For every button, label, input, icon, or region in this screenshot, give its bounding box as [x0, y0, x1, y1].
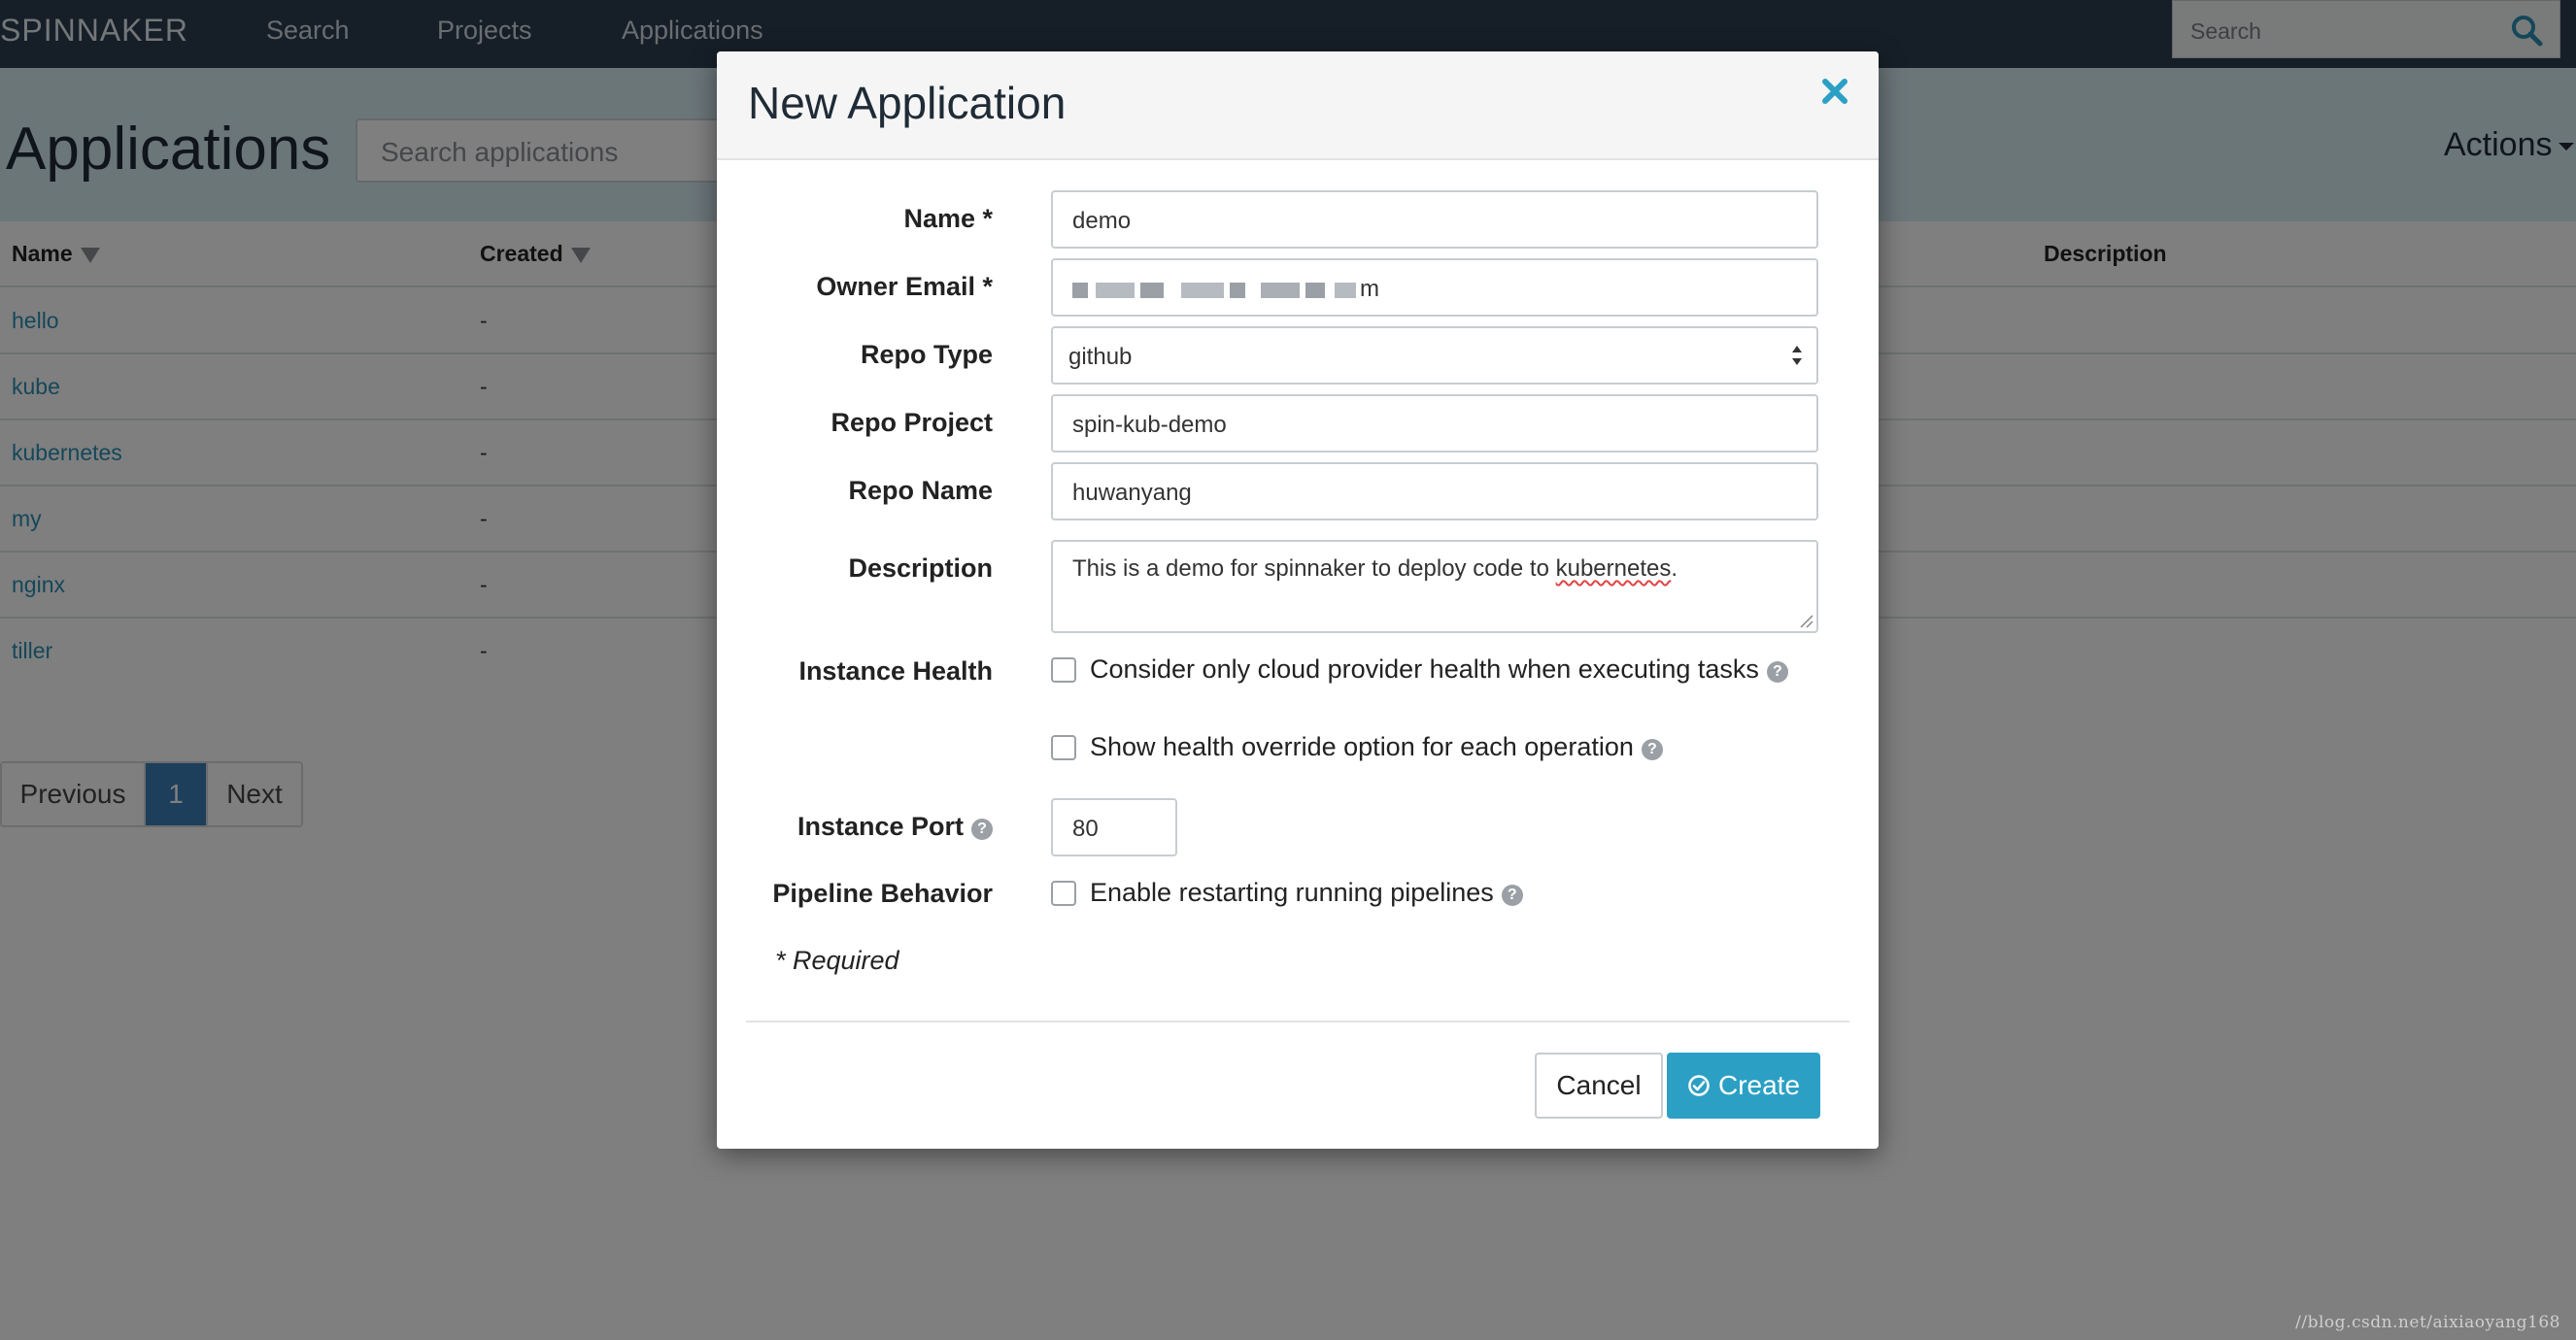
instance-port-label: Instance Port? — [740, 812, 993, 842]
instance-port-label-text: Instance Port — [797, 812, 964, 841]
option-text: Show health override option for each ope… — [1090, 732, 1634, 761]
name-value: demo — [1072, 208, 1132, 234]
repo-project-label: Repo Project — [830, 408, 993, 437]
repo-project-input[interactable]: spin-kub-demo — [1051, 394, 1818, 452]
instance-port-input[interactable]: 80 — [1051, 798, 1177, 856]
name-label: Name * — [903, 204, 993, 233]
owner-email-tail: m — [1360, 276, 1379, 302]
owner-email-input[interactable]: m — [1051, 258, 1818, 317]
misspelled-word: kubernetes — [1555, 555, 1672, 582]
description-label: Description — [848, 553, 993, 583]
repo-type-value: github — [1068, 344, 1133, 370]
modal-header: New Application — [717, 51, 1879, 160]
restart-pipelines-option: Enable restarting running pipelines? — [1090, 878, 1523, 908]
name-input[interactable]: demo — [1051, 190, 1818, 249]
restart-pipelines-checkbox[interactable] — [1051, 881, 1076, 906]
repo-name-value: huwanyang — [1072, 480, 1192, 506]
health-override-option: Show health override option for each ope… — [1090, 732, 1663, 762]
description-text: This is a demo for spinnaker to deploy c… — [1072, 555, 1556, 582]
modal-title: New Application — [748, 78, 1067, 128]
repo-name-input[interactable]: huwanyang — [1051, 462, 1818, 520]
cancel-button[interactable]: Cancel — [1535, 1053, 1663, 1119]
health-override-checkbox[interactable] — [1051, 735, 1076, 760]
help-icon[interactable]: ? — [971, 819, 993, 840]
resize-handle-icon[interactable] — [1797, 612, 1814, 629]
close-icon[interactable] — [1818, 75, 1851, 108]
cloud-provider-health-option: Consider only cloud provider health when… — [1090, 654, 1788, 685]
check-circle-icon — [1688, 1075, 1710, 1096]
help-icon[interactable]: ? — [1501, 885, 1523, 906]
new-application-modal: New Application Name * demo Owner Email … — [717, 51, 1879, 1149]
help-icon[interactable]: ? — [1641, 739, 1663, 760]
instance-port-value: 80 — [1072, 816, 1099, 842]
modal-footer-divider — [746, 1021, 1849, 1022]
create-button[interactable]: Create — [1667, 1053, 1820, 1119]
repo-type-select[interactable]: github — [1051, 326, 1818, 385]
watermark: //blog.csdn.net/aixiaoyang168 — [2295, 1313, 2560, 1332]
help-icon[interactable]: ? — [1766, 661, 1788, 683]
option-text: Consider only cloud provider health when… — [1090, 654, 1759, 684]
description-textarea[interactable]: This is a demo for spinnaker to deploy c… — [1051, 540, 1818, 633]
create-label: Create — [1717, 1070, 1801, 1100]
select-arrows-icon — [1792, 346, 1802, 365]
pipeline-behavior-label: Pipeline Behavior — [772, 879, 993, 908]
instance-health-label: Instance Health — [798, 656, 993, 686]
repo-type-label: Repo Type — [860, 340, 993, 369]
redacted-email — [1072, 282, 1356, 298]
cloud-provider-health-checkbox[interactable] — [1051, 657, 1076, 683]
repo-name-label: Repo Name — [848, 476, 993, 505]
option-text: Enable restarting running pipelines — [1090, 878, 1494, 907]
description-text-end: . — [1671, 555, 1678, 582]
required-note: * Required — [775, 946, 899, 975]
repo-project-value: spin-kub-demo — [1072, 412, 1227, 438]
owner-email-label: Owner Email * — [816, 272, 993, 301]
